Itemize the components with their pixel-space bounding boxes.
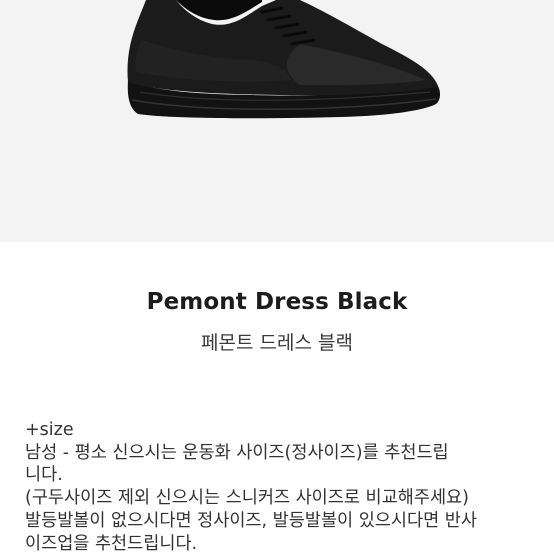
product-title-block: Pemont Dress Black 페몬트 드레스 블랙 [0, 242, 554, 382]
description-line: 니다. [25, 465, 63, 486]
description-line: (구두사이즈 제외 신으시는 스니커즈 사이즈로 비교해주세요) [25, 488, 469, 509]
description-line: +size [25, 420, 74, 440]
product-description: +size 남성 - 평소 신으시는 운동화 사이즈(정사이즈)를 추천드립 니… [25, 419, 535, 555]
black-sneaker-icon [127, 0, 441, 119]
description-line: 발등발볼이 없으시다면 정사이즈, 발등발볼이 있으시다면 반사 [25, 510, 477, 531]
description-line: 이즈업을 추천드립니다. [25, 533, 198, 554]
product-name: Pemont Dress Black [146, 289, 408, 315]
description-line: 남성 - 평소 신으시는 운동화 사이즈(정사이즈)를 추천드립 [25, 442, 449, 463]
product-name-korean: 페몬트 드레스 블랙 [201, 332, 353, 354]
product-image [0, 0, 554, 242]
